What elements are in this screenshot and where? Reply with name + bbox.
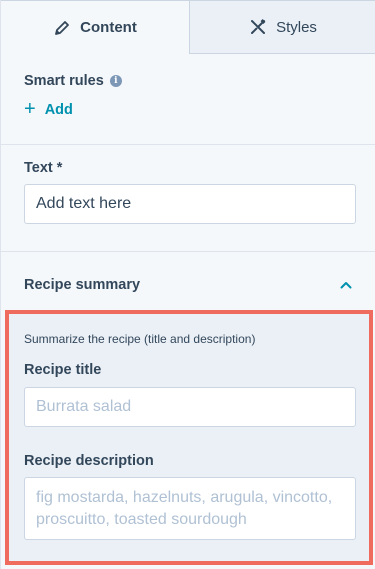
recipe-summary-header[interactable]: Recipe summary bbox=[1, 262, 375, 307]
text-field-label: Text * bbox=[24, 160, 63, 176]
smart-rules-label: Smart rules bbox=[24, 73, 104, 89]
tab-bar: Content Styles bbox=[1, 0, 375, 54]
recipe-description-label: Recipe description bbox=[24, 453, 154, 469]
recipe-summary-help-text: Summarize the recipe (title and descript… bbox=[24, 332, 256, 346]
recipe-summary-title: Recipe summary bbox=[24, 276, 141, 293]
add-label: Add bbox=[44, 102, 73, 118]
tab-content-label: Content bbox=[80, 19, 137, 36]
content-panel: Content Styles Smart rules i + Add Text … bbox=[0, 0, 375, 569]
text-input[interactable] bbox=[24, 184, 356, 224]
smart-rules-heading: Smart rules i bbox=[24, 73, 122, 89]
recipe-title-input[interactable] bbox=[24, 387, 356, 427]
chevron-up-icon[interactable] bbox=[339, 278, 353, 292]
divider bbox=[1, 251, 375, 252]
divider bbox=[1, 144, 375, 145]
tab-styles[interactable]: Styles bbox=[190, 0, 375, 54]
recipe-title-label: Recipe title bbox=[24, 362, 102, 378]
plus-icon: + bbox=[24, 98, 36, 120]
styles-brush-icon bbox=[249, 18, 267, 36]
recipe-description-textarea[interactable] bbox=[24, 477, 356, 540]
add-smart-rule-button[interactable]: + Add bbox=[24, 98, 73, 120]
info-icon[interactable]: i bbox=[109, 75, 122, 87]
tab-content[interactable]: Content bbox=[1, 0, 190, 54]
tab-styles-label: Styles bbox=[276, 18, 317, 36]
pencil-icon bbox=[53, 19, 71, 37]
